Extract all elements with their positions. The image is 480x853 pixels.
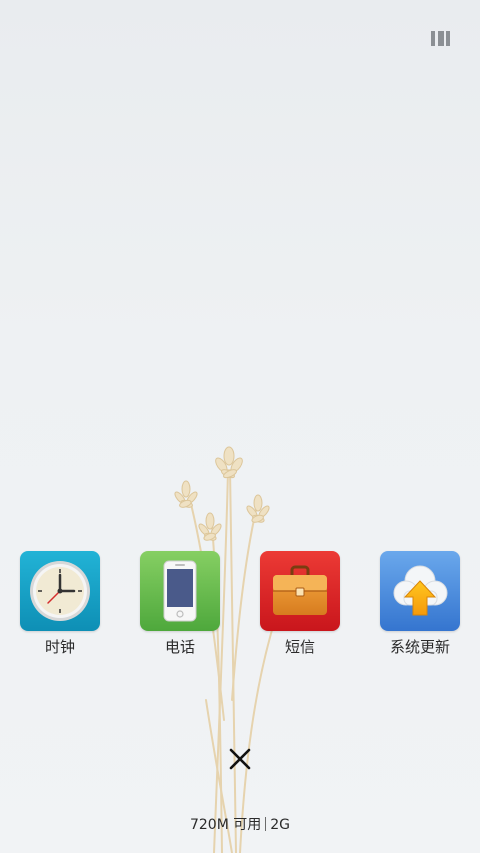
memory-available: 720M 可用 <box>189 817 262 833</box>
clock-icon <box>20 551 100 631</box>
view-grid-icon[interactable] <box>431 31 450 46</box>
recent-app-system-update[interactable]: 系统更新 <box>370 551 470 661</box>
memory-divider <box>265 817 267 831</box>
briefcase-icon <box>260 551 340 631</box>
grid-bar <box>446 31 450 46</box>
cloud-upload-icon <box>380 551 460 631</box>
recent-app-clock[interactable]: 时钟 <box>10 551 110 661</box>
grid-bar <box>437 31 444 46</box>
wallpaper-flowers <box>174 446 273 853</box>
app-label: 电话 <box>164 638 195 656</box>
app-label: 时钟 <box>44 638 75 656</box>
memory-status: 720M 可用 2G <box>0 816 480 834</box>
recent-app-phone[interactable]: 电话 <box>130 551 230 661</box>
app-label: 系统更新 <box>389 638 450 656</box>
app-label: 短信 <box>284 638 315 656</box>
memory-total: 2G <box>270 817 291 833</box>
recent-apps-screen: 时钟 电话 短信 系统更新 720M 可用 2G <box>0 0 480 853</box>
recent-app-messages[interactable]: 短信 <box>250 551 350 661</box>
phone-icon <box>140 551 220 631</box>
close-icon[interactable] <box>228 747 252 771</box>
grid-bar <box>431 31 435 46</box>
recent-apps-list: 时钟 电话 短信 系统更新 <box>0 551 480 661</box>
